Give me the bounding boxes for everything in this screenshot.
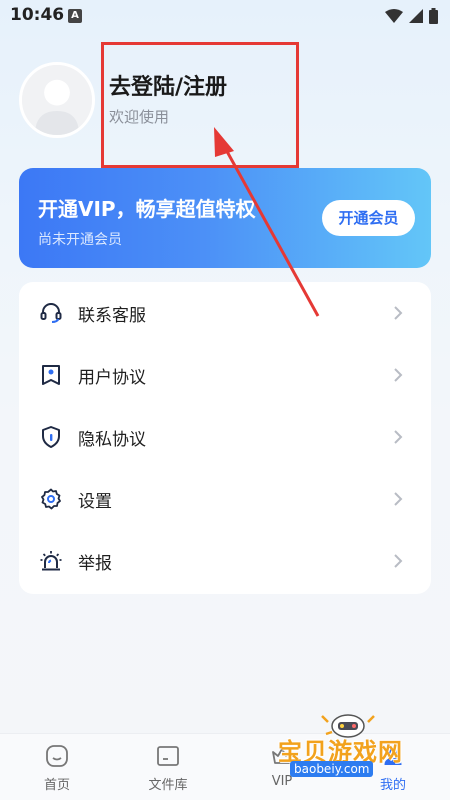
default-avatar-icon — [22, 65, 92, 135]
open-vip-button[interactable]: 开通会员 — [322, 200, 415, 236]
chevron-right-icon — [394, 306, 403, 320]
avatar[interactable] — [19, 62, 95, 138]
status-time: 10:46 — [10, 5, 65, 25]
user-agreement-icon — [42, 365, 60, 385]
vip-title: 开通VIP，畅享超值特权 — [38, 197, 256, 221]
chevron-right-icon — [394, 492, 403, 506]
chevron-right-icon — [394, 368, 403, 382]
menu-item-user-agreement[interactable]: 用户协议 — [19, 344, 431, 406]
menu-item-label: 用户协议 — [78, 368, 146, 388]
status-icons — [385, 7, 438, 25]
vip-subtitle: 尚未开通会员 — [38, 232, 122, 248]
settings-menu: 联系客服 用户协议 隐私协议 设置 举报 — [19, 282, 431, 594]
privacy-shield-icon — [42, 426, 60, 448]
wifi-icon — [385, 9, 403, 23]
chevron-right-icon — [394, 554, 403, 568]
menu-item-privacy[interactable]: 隐私协议 — [19, 406, 431, 468]
status-bar: 10:46 A — [0, 0, 450, 34]
annotation-highlight-box — [101, 42, 299, 168]
chevron-right-icon — [394, 430, 403, 444]
menu-item-label: 联系客服 — [78, 306, 146, 326]
menu-item-customer-service[interactable]: 联系客服 — [19, 282, 431, 344]
menu-item-report[interactable]: 举报 — [19, 530, 431, 592]
headset-icon — [40, 303, 62, 323]
menu-item-label: 举报 — [78, 554, 112, 574]
menu-item-label: 隐私协议 — [78, 430, 146, 450]
menu-item-settings[interactable]: 设置 — [19, 468, 431, 530]
nav-item-home[interactable]: 首页 — [12, 734, 102, 800]
home-icon — [46, 745, 68, 767]
nav-label: 首页 — [43, 778, 70, 793]
signal-icon — [409, 9, 423, 23]
notification-app-icon: A — [68, 9, 82, 23]
menu-item-label: 设置 — [78, 492, 112, 512]
settings-gear-icon — [41, 488, 61, 510]
watermark-url: baobeiy.com — [290, 761, 374, 777]
nav-label: 文件库 — [148, 778, 188, 793]
folder-icon — [157, 746, 179, 766]
report-alarm-icon — [40, 551, 62, 571]
vip-banner[interactable]: 开通VIP，畅享超值特权 尚未开通会员 开通会员 — [19, 168, 431, 268]
battery-icon — [429, 8, 438, 24]
nav-item-files[interactable]: 文件库 — [123, 734, 213, 800]
